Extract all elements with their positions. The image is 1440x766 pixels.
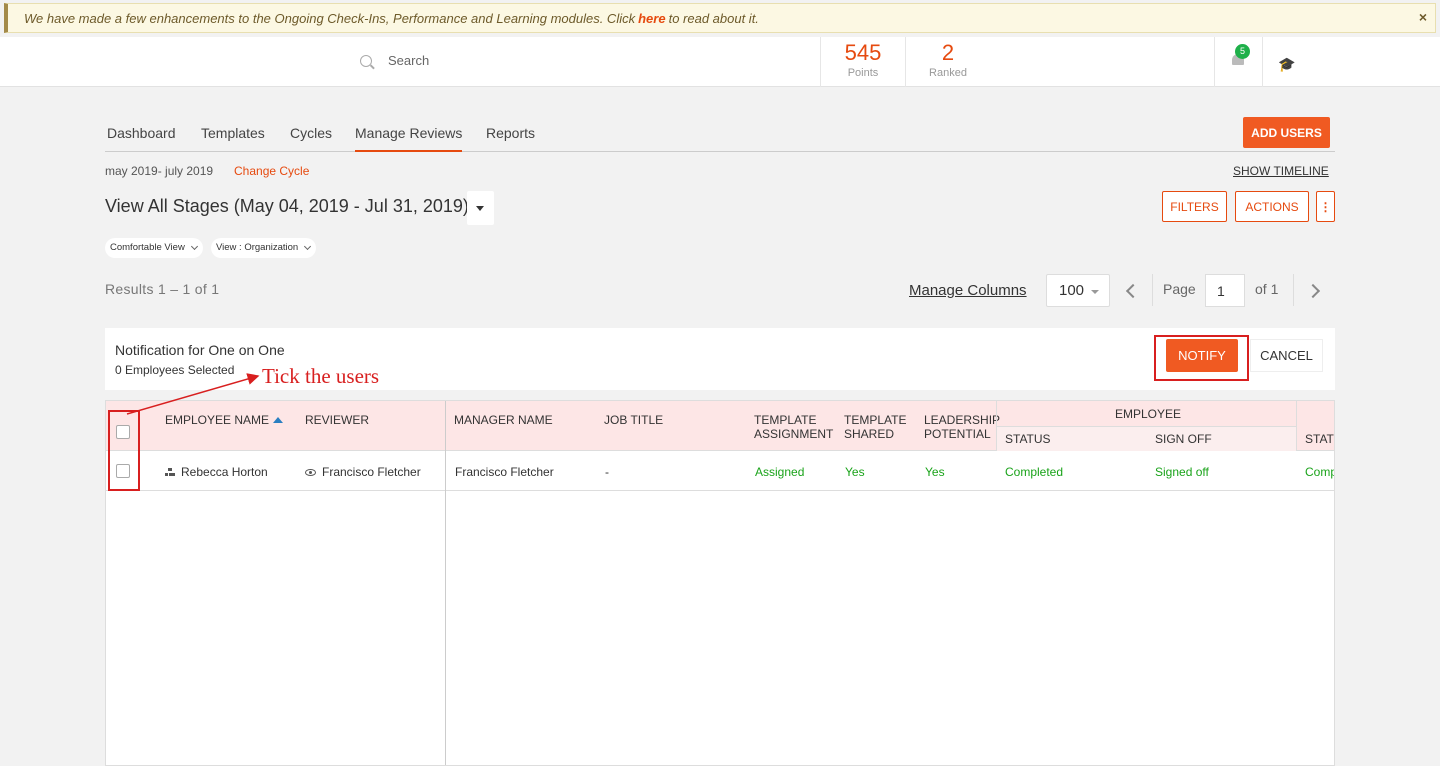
add-users-button[interactable]: ADD USERS [1243, 117, 1330, 148]
more-options-button[interactable]: ⋮ [1316, 191, 1335, 222]
tab-cycles[interactable]: Cycles [290, 125, 332, 150]
ranked-stat[interactable]: 2 Ranked [905, 37, 990, 87]
col-reviewer[interactable]: REVIEWER [305, 413, 369, 427]
cell-template-assignment: Assigned [755, 465, 805, 479]
banner-text: We have made a few enhancements to the O… [24, 10, 636, 26]
cell-sign-off: Signed off [1155, 465, 1209, 479]
page-label: Page [1163, 281, 1196, 297]
checkbox-highlight-box [108, 410, 140, 491]
notification-count-badge: 5 [1235, 44, 1250, 59]
header-divider [1214, 37, 1215, 87]
pagination-divider [1152, 274, 1153, 306]
filters-button[interactable]: FILTERS [1162, 191, 1227, 222]
per-page-select[interactable]: 100 [1046, 274, 1110, 307]
reviews-table: EMPLOYEE NAME REVIEWER MANAGER NAME JOB … [105, 400, 1335, 766]
banner-text-after: to read about it. [668, 10, 759, 26]
notify-button[interactable]: NOTIFY [1166, 339, 1238, 372]
employee-group-label: EMPLOYEE [1115, 407, 1182, 421]
manage-columns-link[interactable]: Manage Columns [909, 282, 1027, 299]
cell-status: Completed [1005, 465, 1064, 479]
col-template-assignment-line2: ASSIGNMENT [754, 427, 834, 441]
col-status[interactable]: STATUS [1005, 432, 1051, 446]
change-cycle-link[interactable]: Change Cycle [234, 164, 309, 178]
col-job-title[interactable]: JOB TITLE [604, 413, 663, 427]
employees-selected-count: 0 Employees Selected [115, 363, 235, 377]
actions-button[interactable]: ACTIONS [1235, 191, 1309, 222]
col-leadership-line2: POTENTIAL [924, 427, 991, 441]
announcement-banner: We have made a few enhancements to the O… [4, 3, 1436, 33]
show-timeline-link[interactable]: SHOW TIMELINE [1233, 164, 1329, 178]
tab-dashboard[interactable]: Dashboard [107, 125, 176, 150]
points-value: 545 [844, 40, 882, 65]
column-group-divider [1296, 401, 1297, 451]
view-stage-dropdown[interactable] [467, 191, 494, 225]
points-stat[interactable]: 545 Points [820, 37, 905, 87]
ranked-label: Ranked [929, 67, 967, 79]
cell-leadership-potential: Yes [925, 465, 945, 479]
view-title: View All Stages (May 04, 2019 - Jul 31, … [105, 196, 469, 216]
col-template-assignment-line1: TEMPLATE [754, 413, 817, 427]
comfortable-view-select[interactable]: Comfortable View [105, 238, 203, 258]
cell-template-shared: Yes [845, 465, 865, 479]
sort-ascending-icon [273, 417, 284, 423]
search-placeholder: Search [388, 53, 430, 68]
eye-icon [305, 469, 316, 476]
cell-job-title: - [605, 465, 609, 479]
employee-name: Rebecca Horton [181, 465, 268, 479]
employee-column-group: EMPLOYEE [996, 401, 1296, 427]
tab-reports[interactable]: Reports [486, 125, 535, 150]
organization-view-select[interactable]: View : Organization [211, 238, 317, 258]
col-employee-name-label: EMPLOYEE NAME [165, 413, 270, 427]
col-employee-name[interactable]: EMPLOYEE NAME [165, 413, 284, 427]
cell-employee-name[interactable]: Rebecca Horton [165, 465, 268, 479]
page-total: of 1 [1255, 281, 1279, 297]
cancel-button[interactable]: CANCEL [1250, 339, 1323, 372]
org-chart-icon [165, 468, 175, 476]
notification-title: Notification for One on One [115, 342, 285, 358]
header-divider [1262, 37, 1263, 87]
col-leadership-potential[interactable]: LEADERSHIP POTENTIAL [924, 413, 1000, 441]
results-count: Results 1 – 1 of 1 [105, 281, 220, 297]
tab-manage-reviews[interactable]: Manage Reviews [355, 125, 463, 152]
col-manager-name[interactable]: MANAGER NAME [454, 413, 553, 427]
cycle-range: may 2019- july 2019 [105, 164, 214, 178]
col-template-shared[interactable]: TEMPLATE SHARED [844, 413, 906, 441]
col-template-assignment[interactable]: TEMPLATE ASSIGNMENT [754, 413, 833, 441]
employee-subheader: STATUS SIGN OFF [996, 427, 1296, 451]
notifications-bell[interactable]: 5 [1231, 44, 1250, 68]
table-header: EMPLOYEE NAME REVIEWER MANAGER NAME JOB … [106, 401, 1334, 451]
top-header: Search 545 Points 2 Ranked 5 🎓 [0, 37, 1440, 87]
banner-here-link[interactable]: here [638, 11, 665, 26]
prev-page-icon[interactable] [1125, 283, 1141, 299]
ranked-value: 2 [941, 40, 955, 65]
points-label: Points [847, 67, 879, 79]
page-number-input[interactable]: 1 [1205, 274, 1245, 307]
col-sign-off[interactable]: SIGN OFF [1155, 432, 1212, 446]
col-next-status[interactable]: STAT [1305, 432, 1334, 446]
table-row[interactable]: Rebecca Horton Francisco Fletcher Franci… [106, 452, 1334, 491]
annotation-text: Tick the users [262, 364, 380, 388]
pagination-divider [1293, 274, 1294, 306]
col-leadership-line1: LEADERSHIP [924, 413, 1001, 427]
col-template-shared-line1: TEMPLATE [844, 413, 907, 427]
search-input[interactable]: Search [360, 53, 429, 68]
graduation-cap-icon[interactable]: 🎓 [1278, 56, 1295, 73]
cell-reviewer[interactable]: Francisco Fletcher [305, 465, 421, 479]
search-icon [360, 54, 372, 67]
cell-manager-name: Francisco Fletcher [455, 465, 554, 479]
col-template-shared-line2: SHARED [844, 427, 895, 441]
close-icon[interactable]: × [1419, 9, 1427, 25]
next-page-icon[interactable] [1305, 283, 1321, 299]
main-tabs: Dashboard Templates Cycles Manage Review… [105, 118, 1335, 152]
frozen-column-divider [445, 401, 446, 765]
reviewer-name: Francisco Fletcher [322, 465, 421, 479]
cell-next-status: Comp [1305, 465, 1335, 479]
tab-templates[interactable]: Templates [201, 125, 265, 150]
